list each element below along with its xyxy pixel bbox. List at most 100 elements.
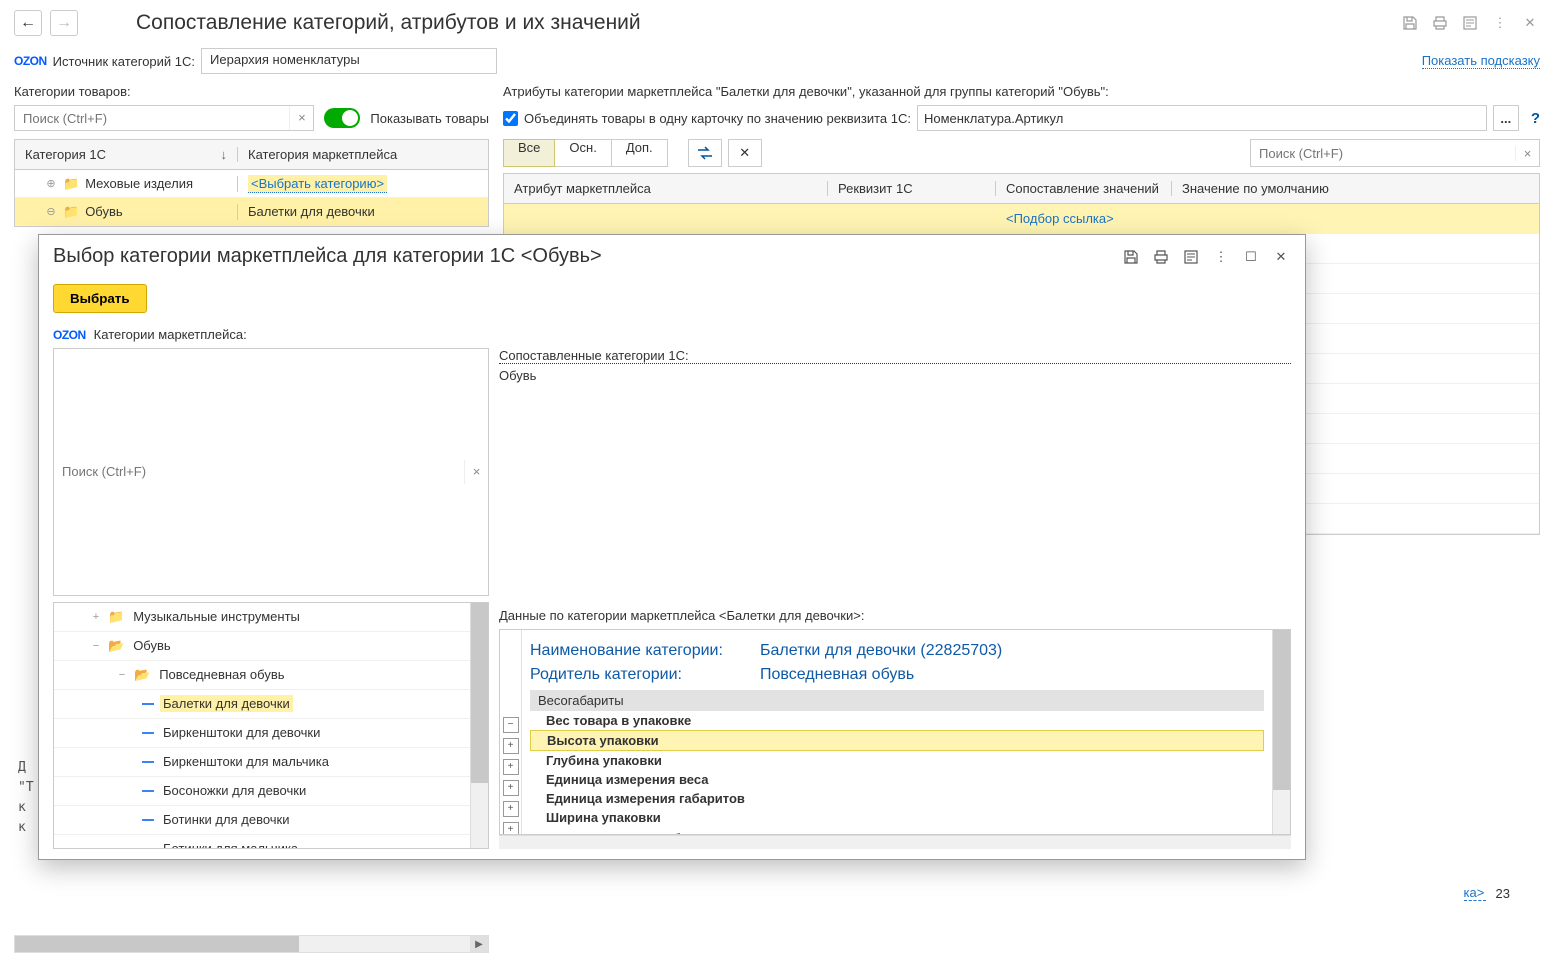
- print-icon[interactable]: [1430, 13, 1450, 33]
- merge-input[interactable]: Номенклатура.Артикул: [917, 105, 1487, 131]
- cat-row-selected[interactable]: ⊖ 📁 Обувь Балетки для девочки: [15, 198, 488, 226]
- attr-col-1c[interactable]: Реквизит 1С: [828, 181, 996, 196]
- tree-leaf[interactable]: Ботинки для девочки: [54, 806, 470, 835]
- source-input[interactable]: Иерархия номенклатуры: [201, 48, 497, 74]
- seg-main-button[interactable]: Осн.: [555, 139, 611, 167]
- sort-arrow-icon: ↓: [221, 147, 228, 162]
- attr-row[interactable]: <Подбор ссылка>: [504, 204, 1539, 234]
- attr-col-default[interactable]: Значение по умолчанию: [1172, 181, 1539, 196]
- save-icon[interactable]: [1400, 13, 1420, 33]
- count-23: 23: [1496, 886, 1510, 901]
- tree-leaf[interactable]: Биркенштоки для мальчика: [54, 748, 470, 777]
- modal-title: Выбор категории маркетплейса для категор…: [53, 245, 1111, 268]
- seg-all-button[interactable]: Все: [503, 139, 555, 167]
- merge-lookup-button[interactable]: ...: [1493, 105, 1519, 131]
- group-item[interactable]: Ширина упаковки: [530, 808, 1264, 827]
- cat-col-1c[interactable]: Категория 1С ↓: [15, 147, 238, 162]
- page-title: Сопоставление категорий, атрибутов и их …: [136, 11, 1392, 35]
- category-select-modal: Выбор категории маркетплейса для категор…: [38, 234, 1306, 860]
- help-icon[interactable]: ?: [1531, 110, 1540, 127]
- cut-text: Д "Т к к: [18, 758, 38, 838]
- clear-search-icon[interactable]: ×: [464, 460, 488, 484]
- tree-folder[interactable]: −📂Повседневная обувь: [54, 661, 470, 690]
- tree-leaf[interactable]: Балетки для девочки: [54, 690, 470, 719]
- group-header[interactable]: Весогабариты: [530, 690, 1264, 711]
- tree-folder[interactable]: −📂Обувь: [54, 632, 470, 661]
- select-button[interactable]: Выбрать: [53, 284, 147, 313]
- modal-search-input[interactable]: [54, 464, 464, 479]
- attr-col-map[interactable]: Сопоставление значений: [996, 181, 1172, 196]
- show-products-toggle[interactable]: [324, 108, 360, 128]
- modal-maximize-icon[interactable]: ☐: [1241, 247, 1261, 267]
- gutter-expand-icon[interactable]: +: [503, 738, 519, 754]
- detail-hscrollbar[interactable]: [499, 835, 1291, 849]
- clear-search-icon[interactable]: ×: [289, 106, 313, 130]
- remove-icon-button[interactable]: ✕: [728, 139, 762, 167]
- merge-checkbox[interactable]: [503, 111, 518, 126]
- choose-category-link[interactable]: <Выбрать категорию>: [248, 175, 387, 193]
- leaf-icon: [142, 819, 154, 821]
- group-item[interactable]: Единица измерения веса: [530, 770, 1264, 789]
- linked-cats-label: Сопоставленные категории 1С:: [499, 348, 1291, 364]
- seg-add-button[interactable]: Доп.: [612, 139, 668, 167]
- modal-report-icon[interactable]: [1181, 247, 1201, 267]
- detail-vscrollbar[interactable]: [1272, 630, 1290, 835]
- mp-cats-label: Категории маркетплейса:: [94, 327, 247, 342]
- cat-name-value: Балетки для девочки (22825703): [760, 642, 1002, 660]
- group-item[interactable]: Вес товара в упаковке: [530, 711, 1264, 730]
- gutter-expand-icon[interactable]: +: [503, 822, 519, 836]
- group-item[interactable]: Высота упаковки: [530, 730, 1264, 751]
- transfer-icon-button[interactable]: [688, 139, 722, 167]
- tree-item-label: Балетки для девочки: [160, 695, 293, 712]
- ozon-logo: OZON: [53, 328, 86, 342]
- tree-vscrollbar[interactable]: [470, 603, 488, 849]
- collapse-icon[interactable]: −: [90, 640, 102, 652]
- detail-gutter: − + + + + + + −: [500, 630, 522, 835]
- expand-icon[interactable]: +: [90, 611, 102, 623]
- attr-col-mp[interactable]: Атрибут маркетплейса: [504, 181, 828, 196]
- tree-folder[interactable]: +📁Музыкальные инструменты: [54, 603, 470, 632]
- show-products-label: Показывать товары: [370, 111, 489, 126]
- modal-print-icon[interactable]: [1151, 247, 1171, 267]
- category-search-input[interactable]: [15, 111, 289, 126]
- expand-icon[interactable]: ⊕: [45, 177, 57, 190]
- linked-cats-value: Обувь: [499, 368, 1291, 383]
- gutter-expand-icon[interactable]: +: [503, 780, 519, 796]
- attr-search-input[interactable]: [1251, 146, 1515, 161]
- clear-search-icon[interactable]: ×: [1515, 146, 1539, 161]
- hint-link[interactable]: Показать подсказку: [1422, 53, 1540, 69]
- modal-save-icon[interactable]: [1121, 247, 1141, 267]
- categories-label: Категории товаров:: [14, 84, 489, 99]
- folder-icon: 📁: [108, 609, 124, 625]
- tree-leaf[interactable]: Босоножки для девочки: [54, 777, 470, 806]
- collapse-icon[interactable]: −: [116, 669, 128, 681]
- brand-title[interactable]: Бренд в одежде и обуви: [530, 829, 1264, 835]
- leaf-icon: [142, 761, 154, 763]
- close-icon[interactable]: ✕: [1520, 13, 1540, 33]
- hscrollbar[interactable]: ▶: [14, 935, 489, 953]
- modal-close-icon[interactable]: ✕: [1271, 247, 1291, 267]
- gutter-collapse-icon[interactable]: −: [503, 717, 519, 733]
- nav-back-button[interactable]: ←: [14, 10, 42, 36]
- attrs-label: Атрибуты категории маркетплейса "Балетки…: [503, 84, 1540, 99]
- collapse-icon[interactable]: ⊖: [45, 205, 57, 218]
- tree-leaf[interactable]: Биркенштоки для девочки: [54, 719, 470, 748]
- leaf-icon: [142, 790, 154, 792]
- obscured-link[interactable]: ка>: [1464, 885, 1486, 901]
- tree-leaf[interactable]: Ботинки для мальчика: [54, 835, 470, 849]
- group-item[interactable]: Глубина упаковки: [530, 751, 1264, 770]
- nav-forward-button[interactable]: →: [50, 10, 78, 36]
- gutter-expand-icon[interactable]: +: [503, 759, 519, 775]
- leaf-icon: [142, 703, 154, 705]
- gutter-expand-icon[interactable]: +: [503, 801, 519, 817]
- tree-item-label: Биркенштоки для девочки: [160, 724, 323, 741]
- more-icon[interactable]: ⋮: [1490, 13, 1510, 33]
- report-icon[interactable]: [1460, 13, 1480, 33]
- cat-col-mp[interactable]: Категория маркетплейса: [238, 147, 488, 162]
- group-item[interactable]: Единица измерения габаритов: [530, 789, 1264, 808]
- folder-open-icon: 📂: [108, 638, 124, 654]
- modal-more-icon[interactable]: ⋮: [1211, 247, 1231, 267]
- cat-row[interactable]: ⊕ 📁 Меховые изделия <Выбрать категорию>: [15, 170, 488, 198]
- folder-open-icon: 📂: [134, 667, 150, 683]
- folder-icon: 📁: [63, 176, 79, 192]
